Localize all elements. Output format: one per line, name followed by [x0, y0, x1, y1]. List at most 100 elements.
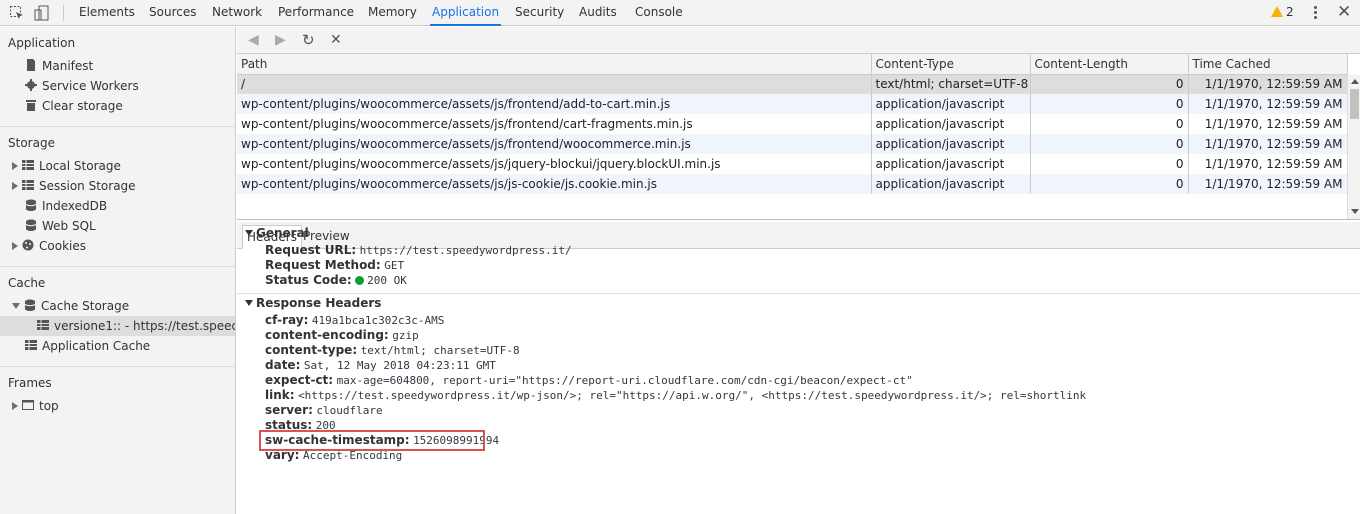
cell-path: wp-content/plugins/woocommerce/assets/js…	[237, 114, 872, 134]
tab-network[interactable]: Network	[210, 0, 264, 26]
sidebar-item-clear-storage[interactable]: Clear storage	[25, 96, 123, 116]
tab-console[interactable]: Console	[633, 0, 685, 26]
tab-elements[interactable]: Elements	[77, 0, 137, 26]
cell-path: wp-content/plugins/woocommerce/assets/js…	[237, 174, 872, 194]
sidebar-divider	[0, 366, 235, 367]
column-header-content-type[interactable]: Content-Type	[871, 54, 1031, 75]
cookie-icon	[22, 237, 34, 251]
table-header: Path Content-Type Content-Length Time Ca…	[237, 54, 1348, 75]
table-row[interactable]: wp-content/plugins/woocommerce/assets/js…	[237, 134, 1348, 154]
cell-time-cached: 1/1/1970, 12:59:59 AM	[1188, 134, 1348, 154]
table-row[interactable]: wp-content/plugins/woocommerce/assets/js…	[237, 114, 1348, 134]
sidebar-item-application-cache[interactable]: Application Cache	[25, 336, 150, 356]
tab-sources[interactable]: Sources	[147, 0, 198, 26]
cell-content-type: application/javascript	[871, 134, 1031, 154]
next-page-icon[interactable]: ▶	[275, 32, 286, 48]
table-scrollbar[interactable]	[1347, 75, 1360, 219]
cache-toolbar: ◀ ▶ ↻ ✕	[237, 27, 1360, 54]
cell-content-type: application/javascript	[871, 174, 1031, 194]
refresh-icon[interactable]: ↻	[302, 32, 315, 48]
tab-audits[interactable]: Audits	[577, 0, 619, 26]
sidebar-item-manifest[interactable]: Manifest	[25, 56, 93, 76]
cell-content-length: 0	[1030, 134, 1189, 154]
delete-entry-icon[interactable]: ✕	[330, 32, 342, 48]
sidebar-item-cache-storage[interactable]: Cache Storage	[12, 296, 129, 316]
sidebar-item-indexeddb[interactable]: IndexedDB	[25, 196, 107, 216]
gear-icon	[25, 77, 37, 91]
cell-content-type: application/javascript	[871, 94, 1031, 114]
expand-arrow-icon[interactable]	[12, 402, 18, 410]
tab-application[interactable]: Application	[430, 0, 502, 26]
frame-icon	[22, 397, 34, 410]
header-request-url: Request URL: https://test.speedywordpres…	[265, 243, 572, 257]
cell-content-type: application/javascript	[871, 154, 1031, 174]
warning-icon	[1271, 6, 1283, 17]
response-header: date: Sat, 12 May 2018 04:23:11 GMT	[265, 358, 496, 372]
tab-security[interactable]: Security	[513, 0, 566, 26]
scroll-up-icon[interactable]	[1351, 79, 1359, 84]
cell-time-cached: 1/1/1970, 12:59:59 AM	[1188, 154, 1348, 174]
status-ok-icon	[355, 276, 365, 285]
tab-performance[interactable]: Performance	[276, 0, 356, 26]
cell-content-length: 0	[1030, 174, 1189, 194]
inspect-element-icon[interactable]	[9, 5, 25, 21]
header-request-method: Request Method: GET	[265, 258, 405, 272]
highlight-box	[259, 430, 485, 451]
previous-page-icon[interactable]: ◀	[248, 32, 259, 48]
section-general[interactable]: General	[245, 226, 309, 240]
sidebar-item-local-storage[interactable]: Local Storage	[12, 156, 121, 176]
sidebar-item-session-storage[interactable]: Session Storage	[12, 176, 136, 196]
expand-arrow-icon[interactable]	[12, 162, 18, 170]
cell-path: /	[237, 74, 872, 94]
tab-memory[interactable]: Memory	[366, 0, 419, 26]
response-header: content-encoding: gzip	[265, 328, 419, 342]
expand-arrow-icon[interactable]	[12, 242, 18, 250]
table-row[interactable]: wp-content/plugins/woocommerce/assets/js…	[237, 94, 1348, 114]
sidebar-item-cache-entry[interactable]: versione1:: - https://test.speedywordpre…	[0, 316, 235, 336]
sidebar-divider	[0, 126, 235, 127]
section-response-headers[interactable]: Response Headers	[245, 296, 381, 310]
cache-storage-panel: ◀ ▶ ↻ ✕ Path Content-Type Content-Length…	[237, 27, 1360, 514]
more-options-icon[interactable]	[1314, 4, 1318, 22]
sidebar-item-web-sql[interactable]: Web SQL	[25, 216, 96, 236]
scroll-down-icon[interactable]	[1351, 209, 1359, 214]
table-row[interactable]: wp-content/plugins/woocommerce/assets/js…	[237, 154, 1348, 174]
expand-arrow-icon[interactable]	[12, 182, 18, 190]
column-header-content-length[interactable]: Content-Length	[1030, 54, 1189, 75]
database-icon	[24, 297, 36, 311]
table-row[interactable]: wp-content/plugins/woocommerce/assets/js…	[237, 174, 1348, 194]
response-header: link: <https://test.speedywordpress.it/w…	[265, 388, 1087, 402]
collapse-arrow-icon[interactable]	[245, 300, 253, 306]
sidebar-item-frame-top[interactable]: top	[12, 396, 59, 416]
cell-path: wp-content/plugins/woocommerce/assets/js…	[237, 154, 872, 174]
cell-time-cached: 1/1/1970, 12:59:59 AM	[1188, 74, 1348, 94]
collapse-arrow-icon[interactable]	[12, 303, 20, 309]
column-header-time-cached[interactable]: Time Cached	[1188, 54, 1348, 75]
grid-icon	[22, 177, 34, 190]
cell-path: wp-content/plugins/woocommerce/assets/js…	[237, 94, 872, 114]
scrollbar-thumb[interactable]	[1350, 89, 1359, 119]
sidebar-heading-application: Application	[8, 36, 76, 50]
sidebar-divider	[0, 266, 235, 267]
grid-icon	[25, 337, 37, 350]
close-devtools-icon[interactable]: ✕	[1337, 3, 1351, 21]
warnings-counter[interactable]: 2	[1271, 5, 1294, 19]
device-toolbar-icon[interactable]	[34, 5, 50, 21]
cell-content-length: 0	[1030, 94, 1189, 114]
sidebar-item-cookies[interactable]: Cookies	[12, 236, 86, 256]
section-divider	[237, 293, 1360, 294]
header-status-code: Status Code: 200 OK	[265, 273, 407, 287]
sidebar-item-service-workers[interactable]: Service Workers	[25, 76, 139, 96]
response-header: content-type: text/html; charset=UTF-8	[265, 343, 520, 357]
cell-time-cached: 1/1/1970, 12:59:59 AM	[1188, 114, 1348, 134]
grid-icon	[37, 317, 49, 330]
response-header: server: cloudflare	[265, 403, 383, 417]
response-header: expect-ct: max-age=604800, report-uri="h…	[265, 373, 913, 387]
column-header-path[interactable]: Path	[237, 54, 872, 75]
cell-content-type: application/javascript	[871, 114, 1031, 134]
sidebar-heading-frames: Frames	[8, 376, 52, 390]
table-row[interactable]: / text/html; charset=UTF-8 0 1/1/1970, 1…	[237, 74, 1348, 94]
cache-entries-table: Path Content-Type Content-Length Time Ca…	[237, 54, 1360, 220]
devtools-toolbar: Elements Sources Network Performance Mem…	[0, 0, 1360, 26]
collapse-arrow-icon[interactable]	[245, 230, 253, 236]
